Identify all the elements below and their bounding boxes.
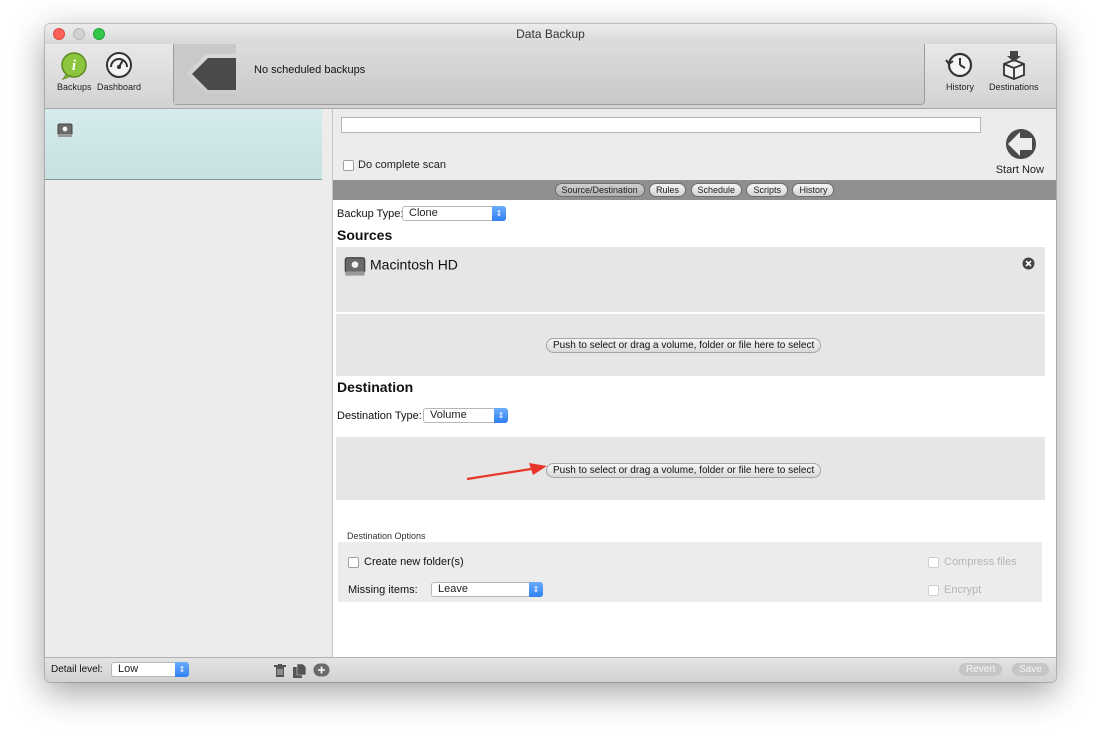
sources-drop-zone[interactable]: Push to select or drag a volume, folder …	[336, 314, 1045, 376]
chevron-updown-icon: ⇕	[494, 408, 508, 423]
destination-options-label: Destination Options	[347, 531, 426, 541]
volume-icon	[344, 257, 366, 276]
backup-header: Do complete scan Start Now	[333, 109, 1056, 180]
history-label: History	[945, 82, 974, 92]
missing-items-select[interactable]: Leave ⇕	[431, 582, 543, 597]
dashboard-label: Dashboard	[97, 82, 142, 92]
trash-icon[interactable]	[274, 664, 286, 678]
create-folder-option[interactable]: Create new folder(s)	[348, 556, 464, 568]
encrypt-option[interactable]: Encrypt	[928, 584, 981, 596]
compress-files-checkbox[interactable]	[928, 556, 939, 568]
destinations-icon	[1002, 51, 1025, 80]
source-item[interactable]: Macintosh HD	[344, 255, 458, 277]
backup-type-value: Clone	[409, 207, 438, 219]
destination-title: Destination	[337, 379, 414, 395]
complete-scan-label: Do complete scan	[358, 159, 447, 171]
detail-level-value: Low	[118, 663, 139, 675]
add-icon[interactable]	[313, 663, 330, 677]
encrypt-label: Encrypt	[944, 584, 982, 596]
compress-files-option[interactable]: Compress files	[928, 556, 1017, 568]
history-icon	[945, 52, 973, 78]
dashboard-icon	[106, 52, 133, 78]
backup-type-select[interactable]: Clone ⇕	[402, 206, 506, 221]
encrypt-checkbox[interactable]	[928, 584, 939, 596]
create-folder-label: Create new folder(s)	[364, 556, 464, 568]
sources-title: Sources	[337, 227, 393, 243]
destination-type-value: Volume	[430, 409, 467, 421]
annotation-arrow-icon	[466, 463, 547, 481]
back-arrow-icon	[174, 44, 236, 104]
save-button[interactable]: Save	[1012, 663, 1049, 676]
create-folder-checkbox[interactable]	[348, 556, 359, 568]
start-now-button[interactable]: Start Now	[996, 127, 1044, 176]
tab-source-destination[interactable]: Source/Destination	[554, 183, 645, 197]
volume-icon	[57, 123, 73, 137]
complete-scan-option[interactable]: Do complete scan	[343, 159, 446, 171]
destination-options-box: Create new folder(s) Missing items: Leav…	[338, 542, 1042, 602]
destination-type-select[interactable]: Volume ⇕	[423, 408, 508, 423]
tab-bar: Source/Destination Rules Schedule Script…	[333, 180, 1056, 200]
sources-list: Macintosh HD	[336, 247, 1045, 312]
destination-type-label: Destination Type:	[337, 410, 422, 422]
backup-list-sidebar	[45, 109, 333, 657]
chevron-updown-icon: ⇕	[529, 582, 543, 597]
destinations-label: Destinations	[989, 82, 1039, 92]
app-window: Data Backup i Backups Dashboard No sched…	[45, 24, 1056, 682]
missing-items-label: Missing items:	[348, 584, 418, 596]
tab-scripts[interactable]: Scripts	[746, 183, 788, 197]
source-item-name: Macintosh HD	[370, 256, 458, 273]
backups-button[interactable]: i Backups	[57, 50, 92, 92]
history-button[interactable]: History	[945, 50, 975, 92]
status-panel: No scheduled backups	[173, 44, 925, 105]
tab-rules[interactable]: Rules	[649, 183, 687, 197]
remove-icon[interactable]	[1022, 257, 1035, 270]
chevron-updown-icon: ⇕	[492, 206, 506, 221]
main-panel: Do complete scan Start Now Source/Destin…	[333, 109, 1056, 657]
chevron-updown-icon: ⇕	[175, 662, 189, 677]
bottom-bar: Detail level: Low ⇕ Revert Save	[45, 657, 1056, 682]
toolbar: i Backups Dashboard No scheduled backups	[45, 44, 1056, 109]
destination-drop-zone[interactable]: Push to select or drag a volume, folder …	[336, 437, 1045, 500]
backup-name-input[interactable]	[341, 117, 981, 133]
tab-history[interactable]: History	[792, 183, 835, 197]
backups-icon: i	[61, 52, 88, 80]
duplicate-icon[interactable]	[293, 664, 306, 678]
title-bar: Data Backup	[45, 24, 1056, 45]
revert-button[interactable]: Revert	[959, 663, 1003, 676]
backups-label: Backups	[57, 82, 92, 92]
backup-type-label: Backup Type:	[337, 208, 404, 220]
compress-files-label: Compress files	[944, 556, 1017, 568]
dashboard-button[interactable]: Dashboard	[97, 50, 141, 92]
complete-scan-checkbox[interactable]	[343, 159, 354, 171]
backup-list-item[interactable]	[45, 109, 322, 180]
select-source-button[interactable]: Push to select or drag a volume, folder …	[546, 338, 822, 353]
select-destination-button[interactable]: Push to select or drag a volume, folder …	[546, 463, 822, 478]
tab-schedule[interactable]: Schedule	[690, 183, 743, 197]
detail-level-label: Detail level:	[51, 664, 103, 675]
destinations-button[interactable]: Destinations	[989, 50, 1039, 92]
detail-level-select[interactable]: Low ⇕	[111, 662, 189, 677]
missing-items-value: Leave	[438, 583, 468, 595]
start-now-label: Start Now	[995, 164, 1044, 176]
start-now-icon	[1005, 129, 1036, 160]
status-message: No scheduled backups	[254, 64, 366, 76]
window-title: Data Backup	[516, 27, 585, 41]
